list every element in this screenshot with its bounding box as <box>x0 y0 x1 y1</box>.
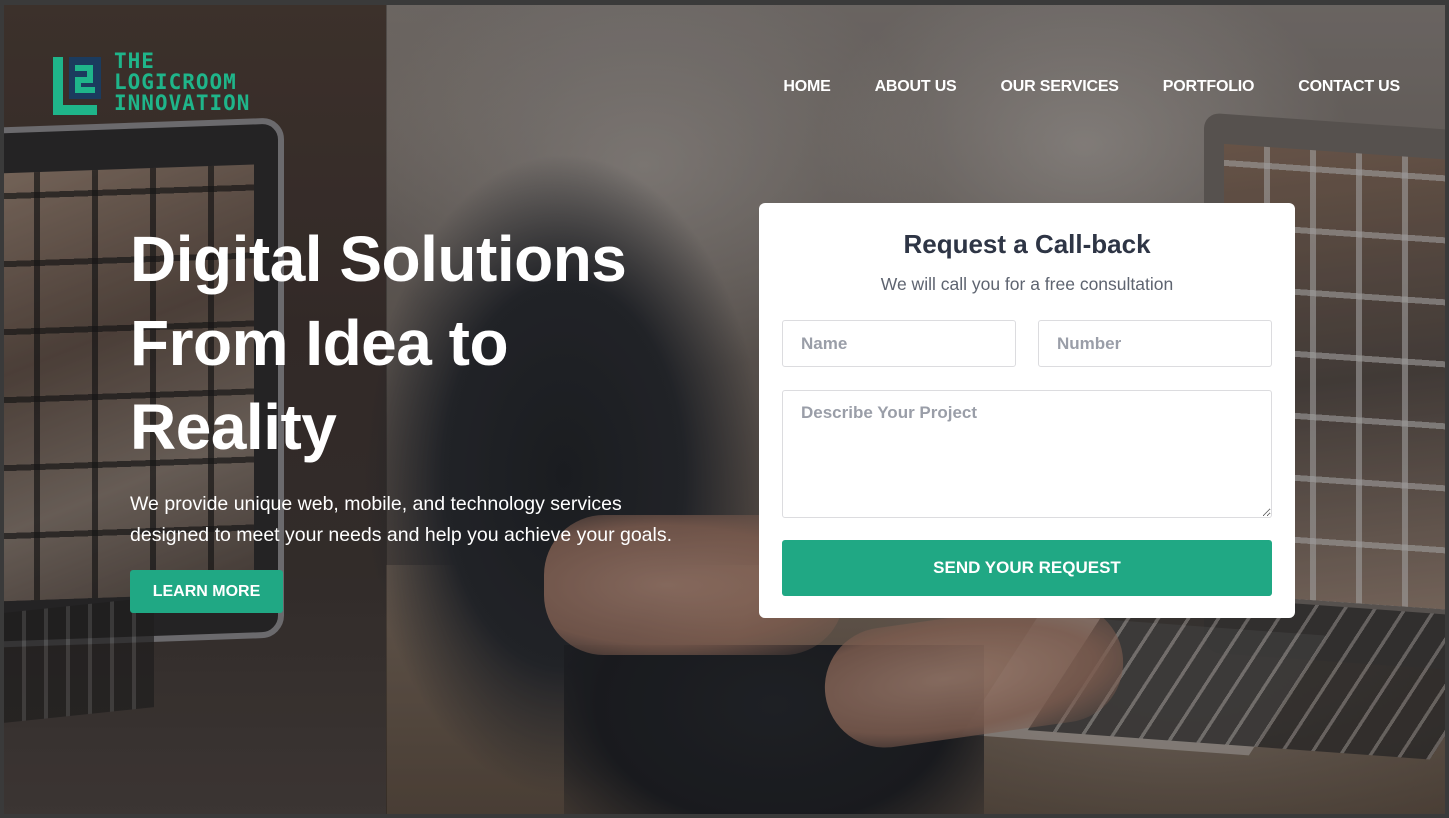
hero-subtitle-line: designed to meet your needs and help you… <box>130 524 673 546</box>
logo-line: THE <box>114 49 155 73</box>
nav-item-our-services[interactable]: OUR SERVICES <box>1001 78 1119 96</box>
hero-title-line: From Idea to <box>130 307 509 379</box>
logo-wordmark: THE LOGICROOM INNOVATION <box>114 51 284 114</box>
page-frame: THE LOGICROOM INNOVATION HOME ABOUT US O… <box>0 0 1449 818</box>
form-subtitle: We will call you for a free consultation <box>880 274 1174 294</box>
number-input[interactable] <box>1038 320 1272 367</box>
hero-title-line: Reality <box>130 391 337 463</box>
nav-item-home[interactable]: HOME <box>783 78 830 96</box>
project-description-input[interactable] <box>782 390 1272 518</box>
hero-subtitle: We provide unique web, mobile, and techn… <box>130 489 710 551</box>
name-input[interactable] <box>782 320 1016 367</box>
logo-line: INNOVATION <box>114 91 251 115</box>
nav-item-contact-us[interactable]: CONTACT US <box>1298 78 1400 96</box>
main-nav: HOME ABOUT US OUR SERVICES PORTFOLIO CON… <box>783 78 1400 96</box>
form-title: Request a Call-back <box>903 229 1151 259</box>
nav-item-portfolio[interactable]: PORTFOLIO <box>1163 78 1255 96</box>
logo-line: LOGICROOM <box>114 70 237 94</box>
hero-title: Digital Solutions From Idea to Reality <box>130 217 690 469</box>
send-request-button[interactable]: SEND YOUR REQUEST <box>782 540 1272 596</box>
hero-subtitle-line: We provide unique web, mobile, and techn… <box>130 493 622 515</box>
logo-mark-icon <box>53 57 101 115</box>
learn-more-button[interactable]: LEARN MORE <box>130 570 283 613</box>
hero-title-line: Digital Solutions <box>130 223 627 295</box>
site-logo[interactable]: THE LOGICROOM INNOVATION <box>52 51 284 123</box>
nav-item-about-us[interactable]: ABOUT US <box>875 78 957 96</box>
callback-form-card: Request a Call-back We will call you for… <box>759 203 1295 618</box>
